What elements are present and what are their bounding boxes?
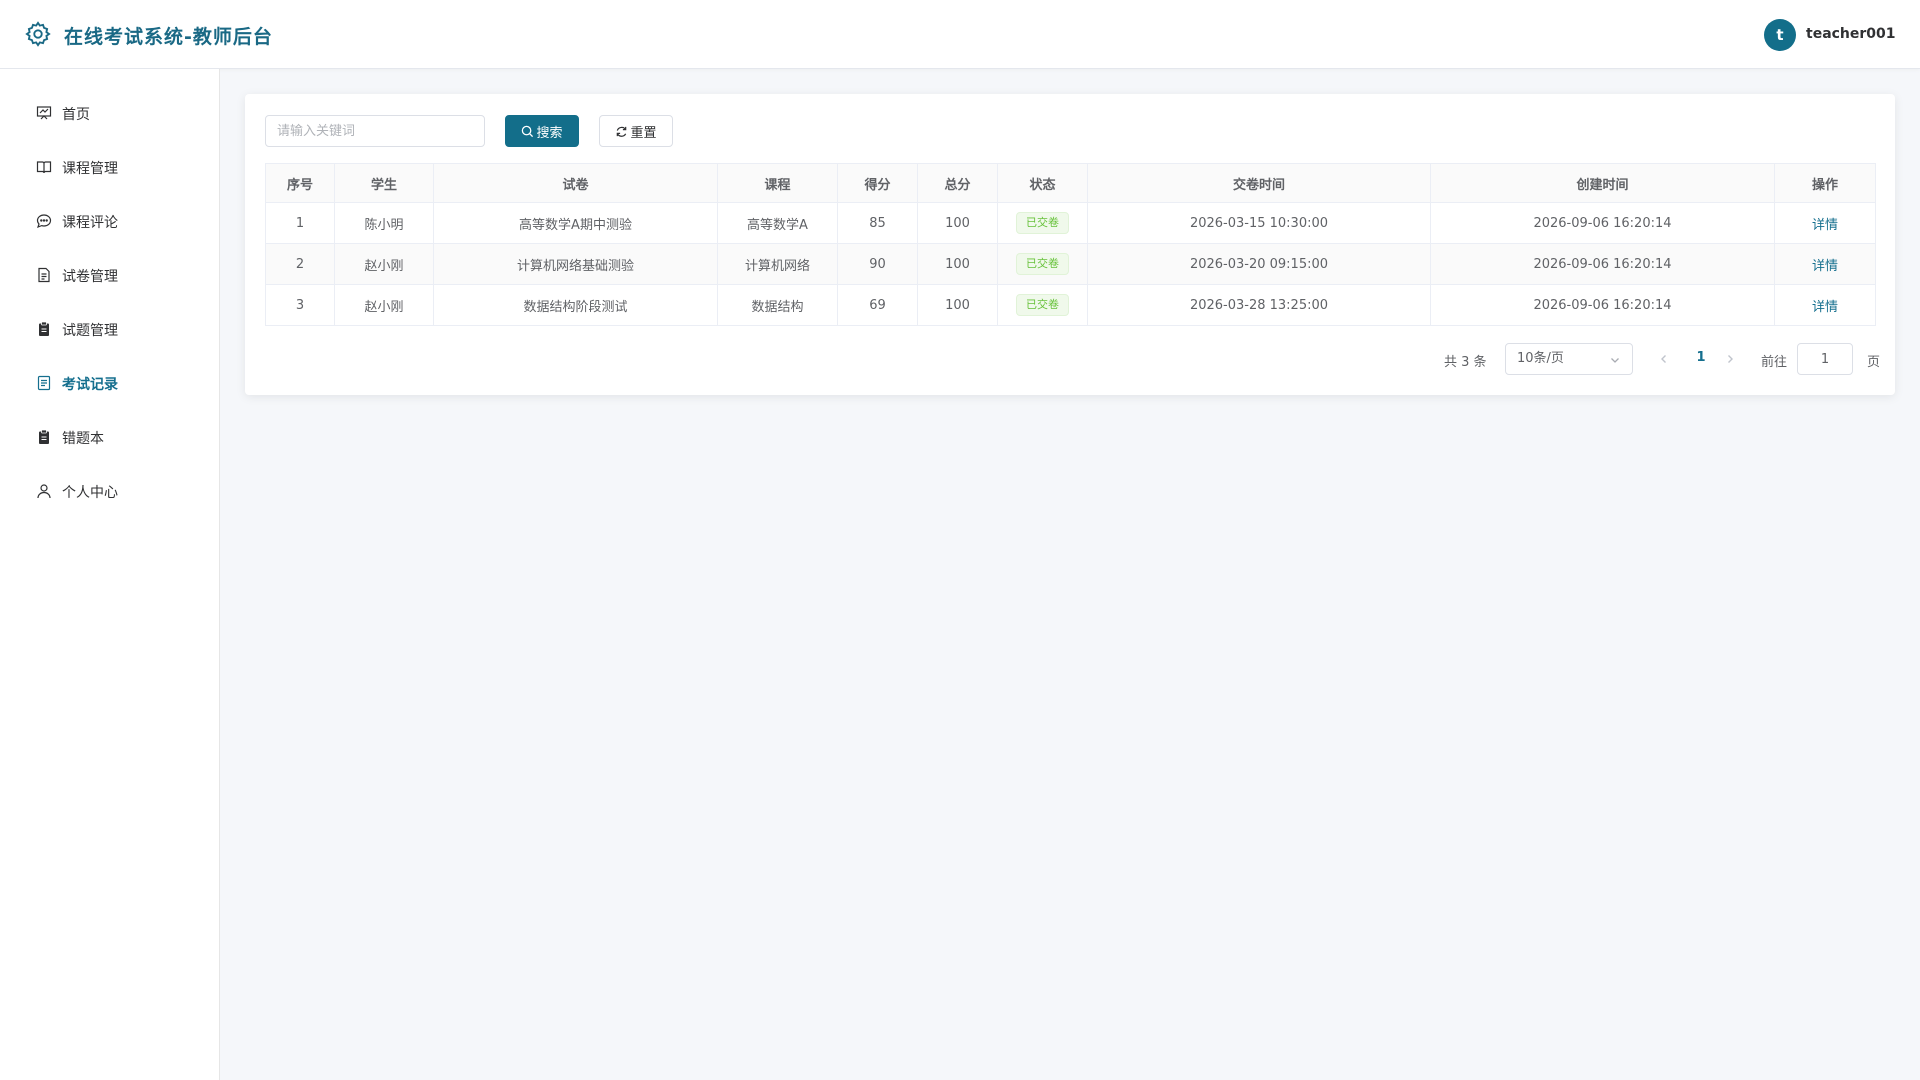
sidebar-item-label: 试题管理: [62, 323, 118, 339]
cell-status: 已交卷: [997, 243, 1088, 285]
cell-index: 1: [265, 202, 335, 244]
column-header-paper: 试卷: [433, 163, 718, 203]
sidebar-item-label: 首页: [62, 107, 90, 123]
cell-student: 赵小刚: [334, 243, 434, 285]
cell-score: 69: [837, 284, 918, 326]
sidebar-item-question-management[interactable]: 试题管理: [0, 302, 219, 356]
page-number-current[interactable]: 1: [1691, 350, 1711, 365]
search-icon: [522, 125, 534, 137]
table-row: 3 赵小刚 数据结构阶段测试 数据结构 69 100 已交卷 2026-03-2…: [265, 284, 1876, 326]
search-input[interactable]: [265, 115, 485, 147]
cell-actions: 详情: [1774, 243, 1876, 285]
cell-score: 85: [837, 202, 918, 244]
cell-course: 计算机网络: [717, 243, 838, 285]
sidebar-item-home[interactable]: 首页: [0, 86, 219, 140]
cell-paper: 计算机网络基础测验: [433, 243, 718, 285]
page-size-value: 10条/页: [1517, 351, 1564, 366]
refresh-icon: [617, 126, 627, 137]
cell-create-time: 2026-09-06 16:20:14: [1430, 284, 1775, 326]
cell-create-time: 2026-09-06 16:20:14: [1430, 202, 1775, 244]
status-badge: 已交卷: [1016, 294, 1069, 316]
reset-button[interactable]: 重置: [599, 115, 673, 147]
sidebar-item-label: 试卷管理: [62, 269, 118, 285]
goto-label: 前往: [1761, 355, 1788, 370]
cell-submit-time: 2026-03-28 13:25:00: [1087, 284, 1431, 326]
book-icon: [36, 161, 52, 174]
detail-link[interactable]: 详情: [1812, 259, 1838, 274]
records-card: 搜索 重置 序号 学生 试卷 课程 得分 总分 状态 交卷时间 创建时间: [245, 94, 1895, 395]
cell-create-time: 2026-09-06 16:20:14: [1430, 243, 1775, 285]
sidebar-item-label: 个人中心: [62, 485, 118, 501]
column-header-student: 学生: [334, 163, 434, 203]
avatar[interactable]: t: [1764, 19, 1796, 51]
top-header: 在线考试系统-教师后台 t teacher001: [0, 0, 1920, 69]
sidebar-item-course-management[interactable]: 课程管理: [0, 140, 219, 194]
cell-total: 100: [917, 202, 998, 244]
sidebar-item-label: 错题本: [62, 431, 104, 447]
table-header-row: 序号 学生 试卷 课程 得分 总分 状态 交卷时间 创建时间 操作: [265, 163, 1876, 203]
cell-submit-time: 2026-03-20 09:15:00: [1087, 243, 1431, 285]
sidebar-item-mistake-book[interactable]: 错题本: [0, 410, 219, 464]
chevron-down-icon: [1611, 358, 1619, 363]
goto-page-input[interactable]: [1797, 343, 1853, 375]
sidebar-item-exam-records[interactable]: 考试记录: [0, 356, 219, 410]
sidebar: 首页 课程管理 课程评论 试卷管理 试题管理 考试记录 错题本 个人中心: [0, 69, 220, 1080]
record-icon: [37, 375, 51, 391]
cell-student: 赵小刚: [334, 284, 434, 326]
sidebar-item-label: 课程管理: [62, 161, 118, 177]
clipboard-icon: [39, 321, 49, 336]
app-title: 在线考试系统-教师后台: [64, 26, 273, 48]
cell-actions: 详情: [1774, 284, 1876, 326]
cell-status: 已交卷: [997, 284, 1088, 326]
cell-course: 数据结构: [717, 284, 838, 326]
username[interactable]: teacher001: [1806, 26, 1896, 42]
chat-icon: [36, 214, 52, 229]
cell-student: 陈小明: [334, 202, 434, 244]
cell-index: 2: [265, 243, 335, 285]
column-header-status: 状态: [997, 163, 1088, 203]
prev-page-icon[interactable]: [1657, 352, 1671, 366]
cell-paper: 数据结构阶段测试: [433, 284, 718, 326]
table-row: 2 赵小刚 计算机网络基础测验 计算机网络 90 100 已交卷 2026-03…: [265, 243, 1876, 285]
search-button[interactable]: 搜索: [505, 115, 579, 147]
table-row: 1 陈小明 高等数学A期中测验 高等数学A 85 100 已交卷 2026-03…: [265, 202, 1876, 244]
page-size-select[interactable]: 10条/页: [1505, 343, 1633, 375]
pagination-total: 共 3 条: [1444, 355, 1487, 370]
sidebar-item-profile[interactable]: 个人中心: [0, 464, 219, 518]
page-suffix: 页: [1867, 355, 1881, 370]
search-button-label: 搜索: [536, 125, 563, 141]
dashboard-icon: [36, 106, 52, 120]
cell-course: 高等数学A: [717, 202, 838, 244]
cell-score: 90: [837, 243, 918, 285]
next-page-icon[interactable]: [1723, 352, 1737, 366]
column-header-score: 得分: [837, 163, 918, 203]
column-header-total: 总分: [917, 163, 998, 203]
column-header-index: 序号: [265, 163, 335, 203]
gear-icon: [25, 21, 51, 47]
column-header-submit-time: 交卷时间: [1087, 163, 1431, 203]
sidebar-item-paper-management[interactable]: 试卷管理: [0, 248, 219, 302]
detail-link[interactable]: 详情: [1812, 218, 1838, 233]
status-badge: 已交卷: [1016, 212, 1069, 234]
sidebar-item-course-comments[interactable]: 课程评论: [0, 194, 219, 248]
cell-actions: 详情: [1774, 202, 1876, 244]
column-header-course: 课程: [717, 163, 838, 203]
column-header-create-time: 创建时间: [1430, 163, 1775, 203]
cell-index: 3: [265, 284, 335, 326]
sidebar-item-label: 考试记录: [62, 377, 118, 393]
cell-submit-time: 2026-03-15 10:30:00: [1087, 202, 1431, 244]
cell-status: 已交卷: [997, 202, 1088, 244]
status-badge: 已交卷: [1016, 253, 1069, 275]
user-icon: [37, 484, 51, 499]
records-table: 序号 学生 试卷 课程 得分 总分 状态 交卷时间 创建时间 操作 1 陈小明 …: [265, 163, 1876, 326]
sidebar-item-label: 课程评论: [62, 215, 118, 231]
document-icon: [38, 267, 50, 283]
cell-total: 100: [917, 243, 998, 285]
clipboard-icon: [39, 429, 49, 444]
cell-paper: 高等数学A期中测验: [433, 202, 718, 244]
reset-button-label: 重置: [630, 125, 657, 141]
cell-total: 100: [917, 284, 998, 326]
detail-link[interactable]: 详情: [1812, 300, 1838, 315]
column-header-actions: 操作: [1774, 163, 1876, 203]
